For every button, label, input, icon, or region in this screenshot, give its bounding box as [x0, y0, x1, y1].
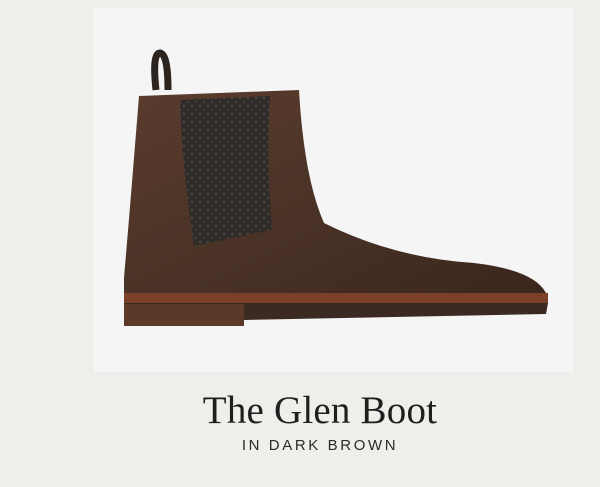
product-card[interactable]: The Glen Boot IN DARK BROWN — [0, 0, 600, 487]
boot-illustration — [124, 49, 548, 326]
heel — [124, 304, 244, 326]
welt — [124, 293, 548, 303]
product-title[interactable]: The Glen Boot — [0, 388, 600, 433]
product-color-subtitle: IN DARK BROWN — [241, 437, 399, 454]
pull-tab — [151, 49, 172, 91]
elastic-panel — [180, 96, 272, 246]
product-image[interactable] — [94, 8, 574, 372]
